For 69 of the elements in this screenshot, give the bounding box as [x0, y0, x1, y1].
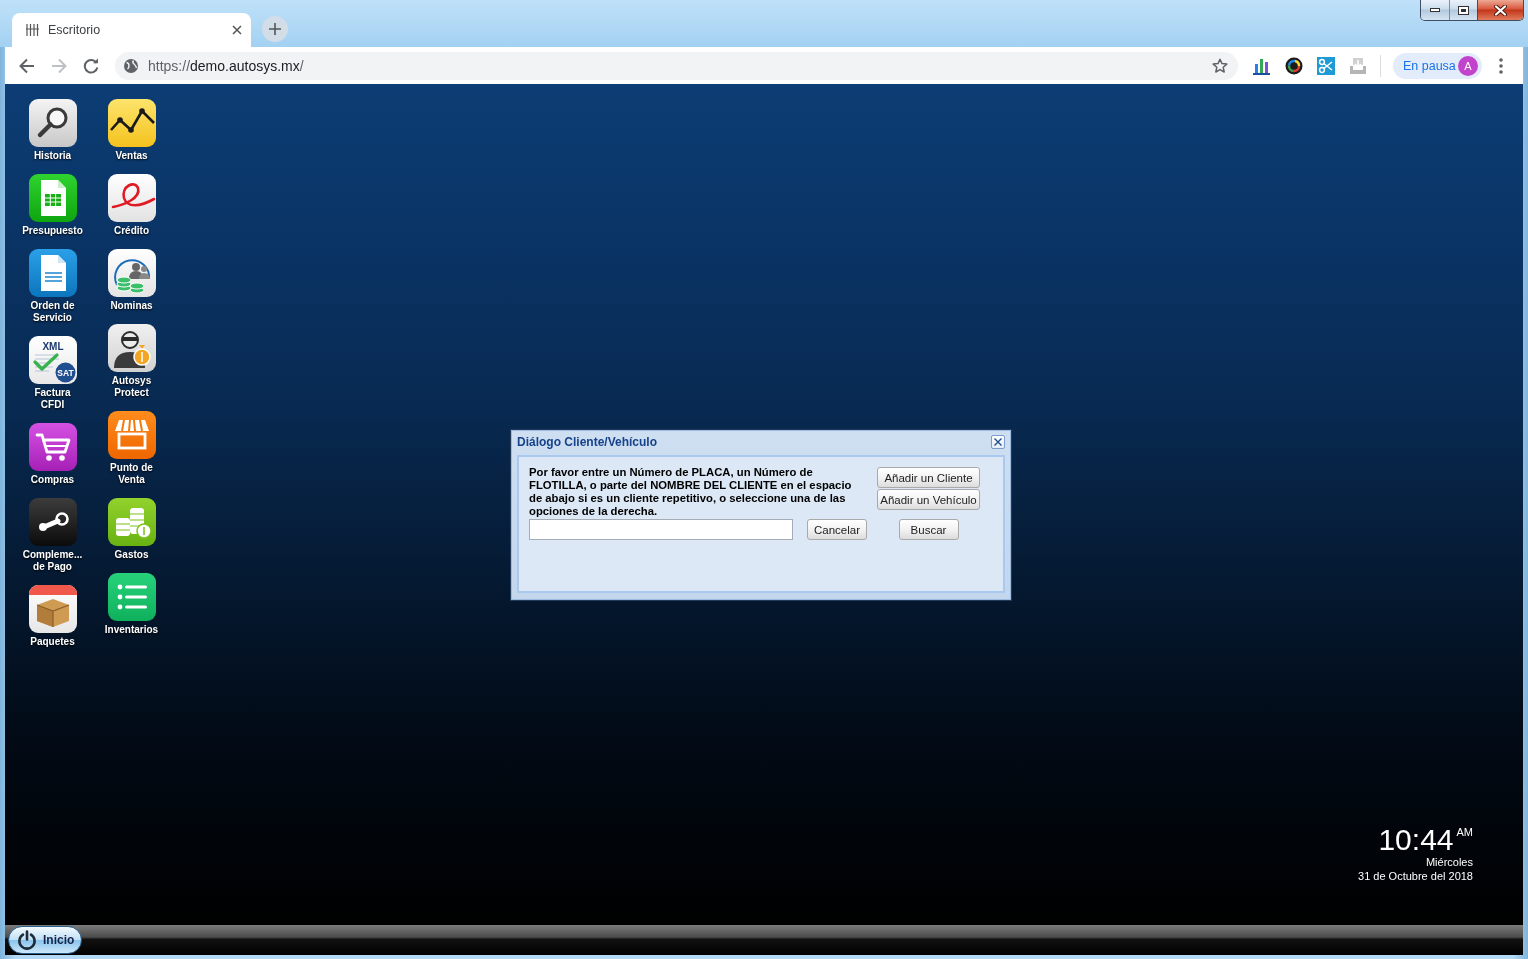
magnifier-icon[interactable]: [28, 99, 77, 147]
document-icon[interactable]: [28, 249, 77, 297]
browser-tab[interactable]: Escritorio: [12, 13, 251, 47]
shortcut-label[interactable]: Inventarios: [104, 624, 159, 636]
clock-time: 10:44: [1378, 825, 1454, 855]
shortcut-label[interactable]: Factura CFDI: [34, 387, 71, 411]
bookmark-button[interactable]: [1212, 57, 1228, 74]
maximize-icon: [1458, 5, 1469, 15]
instruction-text: Por favor entre un Número de PLACA, un Número de FLOTILLA, o parte del NOMBRE DEL CLIENTE en el espacio de abajo si es un cliente repetitivo, o seleccione una de las opciones de la derecha.: [529, 466, 853, 518]
reload-icon: [83, 57, 99, 74]
weekday-text: Miércoles: [1425, 855, 1473, 869]
shortcut-label[interactable]: Autosys Protect: [111, 375, 152, 399]
am-pm-label: AM: [1456, 826, 1473, 838]
date-text: 31 de Octubre del 2018: [1358, 869, 1473, 883]
close-icon: [1494, 4, 1507, 16]
shortcut-label[interactable]: Compras: [30, 474, 75, 486]
box-icon[interactable]: [28, 585, 77, 633]
bar-chart-icon[interactable]: [1253, 56, 1271, 75]
close-icon: [994, 438, 1002, 446]
swoosh-icon[interactable]: [107, 174, 156, 222]
cancel-button[interactable]: Cancelar: [807, 519, 867, 540]
coin-stacks-icon[interactable]: [107, 498, 156, 546]
profile-button[interactable]: En pausa A: [1393, 52, 1482, 79]
shortcut-label[interactable]: Gastos: [114, 549, 149, 561]
xml-document-icon[interactable]: XML SAT: [28, 336, 77, 384]
shortcut-label[interactable]: Orden de Servicio: [30, 300, 75, 324]
color-wheel-icon[interactable]: [1285, 56, 1303, 75]
start-button[interactable]: Inicio: [8, 926, 83, 954]
shortcut-label[interactable]: Ventas: [115, 150, 148, 162]
arrow-left-icon: [19, 57, 35, 74]
avatar: A: [1458, 55, 1478, 76]
window-close-button[interactable]: [1477, 0, 1523, 20]
add-client-button[interactable]: Añadir un Cliente: [877, 467, 980, 488]
address-field[interactable]: https://demo.autosys.mx/: [115, 51, 1238, 80]
seal-lettering: SAT: [56, 367, 74, 378]
minimize-icon: [1430, 8, 1440, 12]
search-button[interactable]: Buscar: [898, 519, 959, 540]
arrow-right-icon: [51, 57, 67, 74]
shortcut-label[interactable]: Punto de Venta: [110, 462, 153, 486]
bars-icon: [26, 24, 39, 36]
dialog-close-button[interactable]: [991, 435, 1005, 449]
dialog-title: Diálogo Cliente/Vehículo: [517, 435, 658, 449]
shortcut-label[interactable]: Nominas: [110, 300, 153, 312]
spreadsheet-icon[interactable]: [28, 174, 77, 222]
shortcut-label[interactable]: Compleme... de Pago: [22, 549, 83, 573]
shortcut-label[interactable]: Crédito: [114, 225, 149, 237]
globe-icon: [124, 58, 138, 73]
plus-icon: [269, 23, 281, 35]
linkage-icon[interactable]: [28, 498, 77, 546]
cart-icon[interactable]: [28, 423, 77, 471]
icon-lettering: XML: [41, 341, 64, 352]
new-tab-button[interactable]: [262, 16, 288, 42]
star-icon: [1212, 57, 1228, 74]
minimize-button[interactable]: [1421, 0, 1449, 20]
coins-people-icon[interactable]: [107, 249, 156, 297]
masked-person-icon[interactable]: [107, 324, 156, 372]
add-vehicle-button[interactable]: Añadir un Vehículo: [877, 489, 980, 510]
close-icon: [232, 25, 242, 35]
shortcut-label[interactable]: Paquetes: [30, 636, 75, 648]
line-chart-icon[interactable]: [107, 99, 156, 147]
power-icon: [17, 930, 37, 950]
search-field[interactable]: [529, 519, 793, 540]
maximize-button[interactable]: [1449, 0, 1477, 20]
shortcut-label[interactable]: Presupuesto: [22, 225, 83, 237]
scissors-icon[interactable]: [1317, 56, 1335, 75]
list-icon[interactable]: [107, 573, 156, 621]
storefront-icon[interactable]: [107, 411, 156, 459]
menu-icon: [1499, 57, 1503, 74]
shortcut-label[interactable]: Historia: [33, 150, 72, 162]
